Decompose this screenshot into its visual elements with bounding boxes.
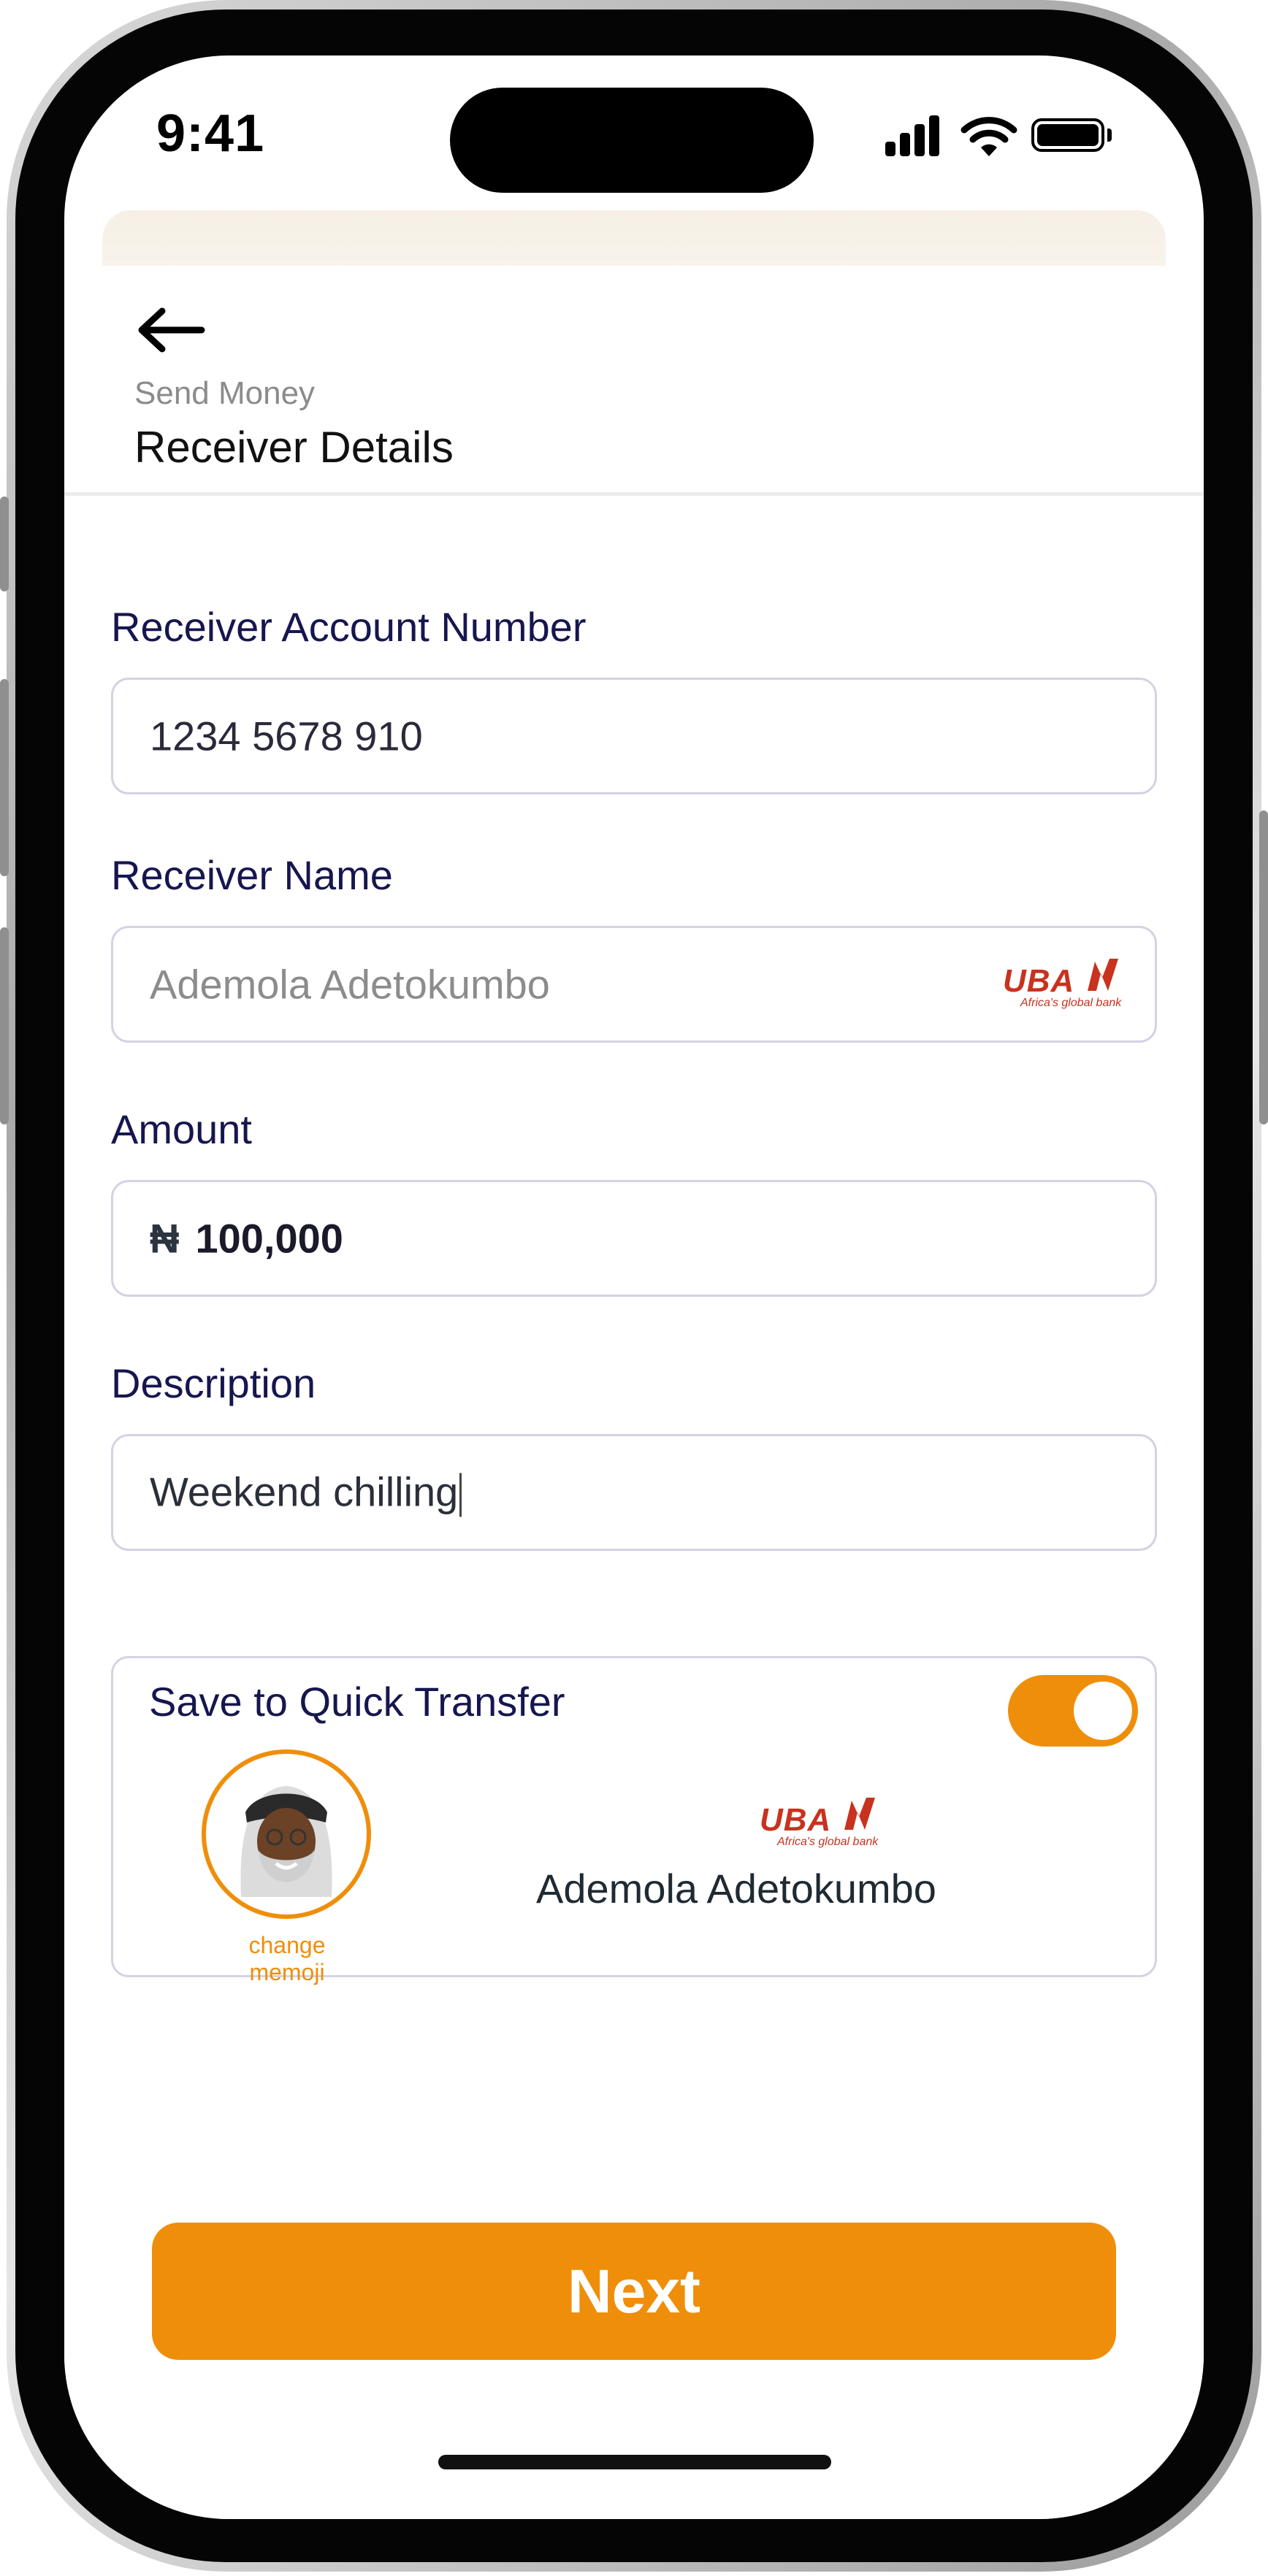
quick-transfer-title: Save to Quick Transfer — [149, 1679, 565, 1725]
status-time: 9:41 — [156, 104, 265, 163]
battery-icon — [1031, 118, 1104, 152]
description-label: Description — [111, 1360, 316, 1406]
description-field[interactable]: Weekend chilling — [111, 1434, 1157, 1551]
uba-emblem-icon — [844, 1798, 875, 1830]
uba-tagline: Africa's global bank — [1020, 997, 1122, 1009]
quick-transfer-uba-logo: UBA Africa's global bank — [760, 1796, 884, 1855]
cellular-signal-icon — [885, 114, 939, 156]
account-number-value: 1234 5678 910 — [150, 713, 423, 759]
page-title: Receiver Details — [134, 423, 454, 472]
breadcrumb: Send Money — [134, 375, 316, 411]
memoji-icon — [240, 1786, 332, 1897]
back-arrow-icon[interactable] — [134, 301, 207, 359]
silent-switch — [0, 497, 9, 591]
amount-label: Amount — [111, 1106, 252, 1152]
volume-up-button — [0, 679, 9, 876]
text-cursor — [459, 1473, 462, 1517]
battery-tip — [1107, 129, 1112, 142]
uba-emblem-icon — [1088, 959, 1118, 991]
volume-down-button — [0, 927, 9, 1124]
quick-transfer-receiver-name: Ademola Adetokumbo — [536, 1866, 936, 1912]
power-button — [1259, 810, 1268, 1124]
amount-field[interactable]: ₦ 100,000 — [111, 1180, 1157, 1297]
wifi-icon — [960, 117, 1017, 156]
memoji-avatar[interactable] — [202, 1749, 371, 1919]
next-button[interactable]: Next — [152, 2223, 1116, 2360]
account-number-label: Receiver Account Number — [111, 604, 587, 650]
receiver-name-value: Ademola Adetokumbo — [150, 961, 550, 1008]
uba-tagline: Africa's global bank — [777, 1836, 879, 1848]
account-number-field[interactable]: 1234 5678 910 — [111, 678, 1157, 794]
quick-transfer-toggle[interactable] — [1008, 1675, 1138, 1747]
screen: 9:41 Send Money Receiver Details Receive… — [64, 55, 1204, 2519]
home-indicator — [438, 2455, 831, 2469]
uba-wordmark: UBA — [1003, 963, 1075, 999]
header-divider — [64, 492, 1204, 496]
toggle-knob — [1074, 1682, 1132, 1740]
change-memoji-link[interactable]: change memoji — [210, 1932, 364, 1986]
uba-wordmark: UBA — [760, 1802, 832, 1838]
amount-value-row: ₦ 100,000 — [150, 1215, 343, 1262]
description-value: Weekend chilling — [150, 1468, 459, 1515]
receiver-name-label: Receiver Name — [111, 852, 393, 898]
naira-symbol: ₦ — [150, 1215, 180, 1262]
description-value-row: Weekend chilling — [150, 1468, 462, 1517]
dynamic-island — [450, 88, 814, 193]
receiver-name-field: Ademola Adetokumbo UBA Africa's global b… — [111, 926, 1157, 1043]
uba-logo: UBA Africa's global bank — [1003, 957, 1127, 1016]
amount-value: 100,000 — [195, 1215, 343, 1262]
